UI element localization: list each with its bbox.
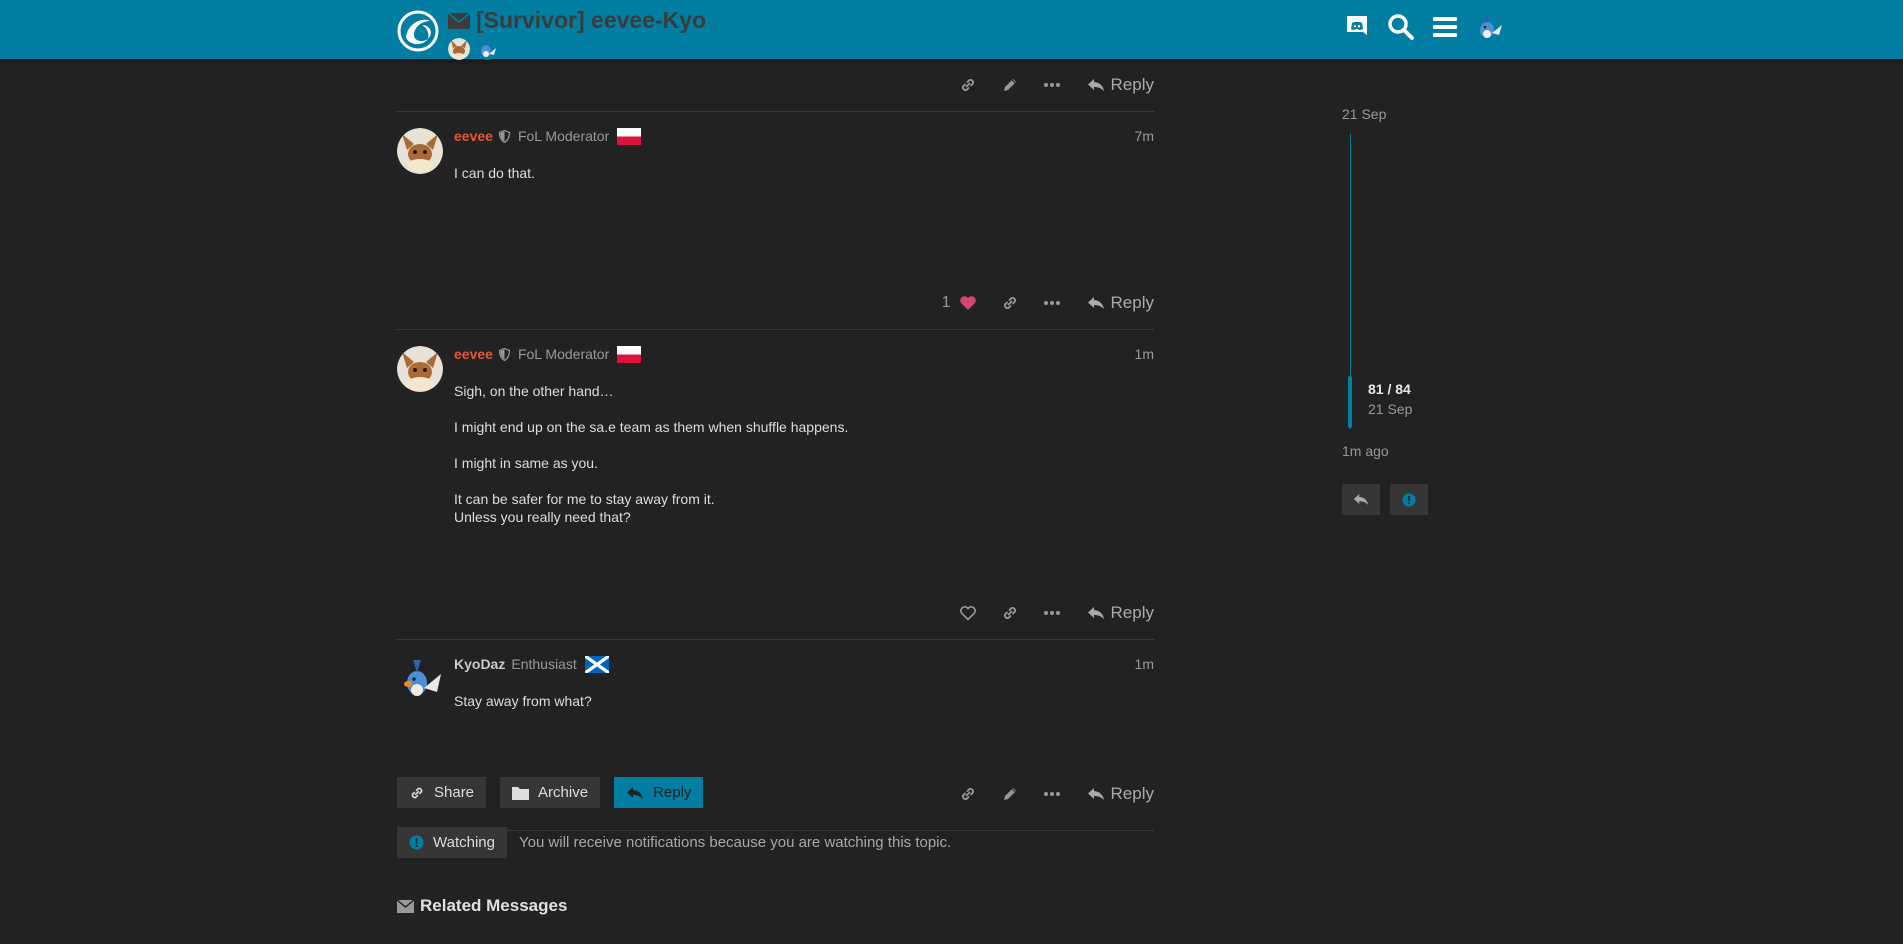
post: eevee FoL Moderator 7m I can do that. [397, 112, 1154, 277]
user-title: Enthusiast [511, 656, 577, 672]
username[interactable]: eevee [454, 346, 493, 362]
envelope-icon [397, 899, 414, 913]
reply-icon [627, 786, 644, 799]
post: eevee FoL Moderator 1m Sigh, on the othe… [397, 330, 1154, 587]
copy-link-button[interactable] [947, 68, 989, 102]
copy-link-button[interactable] [989, 596, 1031, 630]
post-actions: Reply [397, 587, 1154, 639]
timeline-position: 81 / 84 [1368, 381, 1411, 397]
post-body: Sigh, on the other hand… I might end up … [454, 383, 849, 525]
notification-level-button[interactable]: Watching [397, 827, 507, 858]
topic-title[interactable]: [Survivor] eevee-Kyo [448, 7, 706, 34]
more-options-button[interactable] [1031, 777, 1073, 811]
topic-title-text: [Survivor] eevee-Kyo [476, 7, 707, 33]
link-icon [411, 787, 423, 798]
reply-icon [1353, 494, 1369, 505]
post-time[interactable]: 1m [1135, 656, 1154, 672]
timeline-start-date[interactable]: 21 Sep [1342, 106, 1386, 122]
reply-topic-button[interactable]: Reply [614, 777, 704, 808]
avatar[interactable] [397, 346, 443, 392]
timeline-end-date[interactable]: 1m ago [1342, 443, 1389, 459]
user-title: FoL Moderator [517, 346, 610, 362]
related-messages-heading: Related Messages [397, 896, 567, 916]
timeline-notifications-button[interactable] [1390, 484, 1428, 515]
post-stream: Reply eevee FoL Moderator 7m I can do th… [397, 59, 1154, 831]
participant-avatar-kyodaz[interactable] [476, 38, 498, 60]
reply-icon [1087, 788, 1104, 800]
timeline-handle[interactable] [1348, 376, 1352, 428]
like-button[interactable] [947, 286, 989, 320]
header-icons [1342, 12, 1504, 42]
user-avatar[interactable] [1474, 12, 1504, 42]
site-header: [Survivor] eevee-Kyo [0, 0, 1903, 60]
discord-icon[interactable] [1342, 12, 1372, 42]
reply-button[interactable]: Reply [1073, 286, 1154, 320]
reply-icon [1087, 79, 1104, 91]
post-actions: Reply [397, 59, 1154, 111]
participant-avatars [448, 38, 706, 60]
envelope-icon [448, 12, 470, 29]
user-title: FoL Moderator [517, 128, 610, 144]
username[interactable]: eevee [454, 128, 493, 144]
poland-flag-icon [617, 345, 642, 363]
more-options-button[interactable] [1031, 596, 1073, 630]
poland-flag-icon [617, 127, 642, 145]
reply-button[interactable]: Reply [1073, 68, 1154, 102]
reply-button[interactable]: Reply [1073, 777, 1154, 811]
heart-outline-icon [959, 606, 976, 621]
more-options-button[interactable] [1031, 68, 1073, 102]
copy-link-button[interactable] [989, 286, 1031, 320]
reply-icon [1087, 607, 1104, 619]
folder-icon [512, 786, 530, 800]
post-time[interactable]: 7m [1135, 128, 1154, 144]
exclamation-circle-icon [1402, 492, 1416, 507]
heart-icon [959, 296, 976, 310]
post-body: Stay away from what? [454, 693, 592, 709]
post-time[interactable]: 1m [1135, 346, 1154, 362]
topic-title-area: [Survivor] eevee-Kyo [448, 7, 706, 60]
avatar[interactable] [397, 128, 443, 174]
notification-reason: You will receive notifications because y… [518, 834, 952, 851]
shield-icon [498, 347, 510, 361]
post: KyoDaz Enthusiast 1m Stay away from what… [397, 640, 1154, 768]
topic-footer: Share Archive Reply Watching You will re… [397, 777, 951, 858]
edit-button[interactable] [989, 68, 1031, 102]
reply-button[interactable]: Reply [1073, 596, 1154, 630]
reply-icon [1087, 297, 1104, 309]
shield-icon [498, 129, 510, 143]
share-button[interactable]: Share [397, 777, 487, 808]
search-icon[interactable] [1386, 12, 1416, 42]
topic-timeline: 21 Sep 81 / 84 21 Sep 1m ago [1342, 106, 1452, 556]
exclamation-circle-icon [409, 835, 424, 850]
avatar[interactable] [397, 656, 443, 702]
username[interactable]: KyoDaz [454, 656, 505, 672]
edit-button[interactable] [989, 777, 1031, 811]
hamburger-menu-icon[interactable] [1430, 12, 1460, 42]
post-actions: 1 Reply [397, 277, 1154, 329]
like-button[interactable] [947, 596, 989, 630]
scotland-flag-icon [584, 655, 609, 673]
participant-avatar-eevee[interactable] [448, 38, 470, 60]
logo-icon[interactable] [396, 9, 440, 53]
timeline-reply-button[interactable] [1342, 484, 1380, 515]
more-options-button[interactable] [1031, 286, 1073, 320]
archive-button[interactable]: Archive [500, 777, 601, 808]
timeline-position-date: 21 Sep [1368, 401, 1413, 417]
copy-link-button[interactable] [947, 777, 989, 811]
post-body: I can do that. [454, 165, 535, 181]
